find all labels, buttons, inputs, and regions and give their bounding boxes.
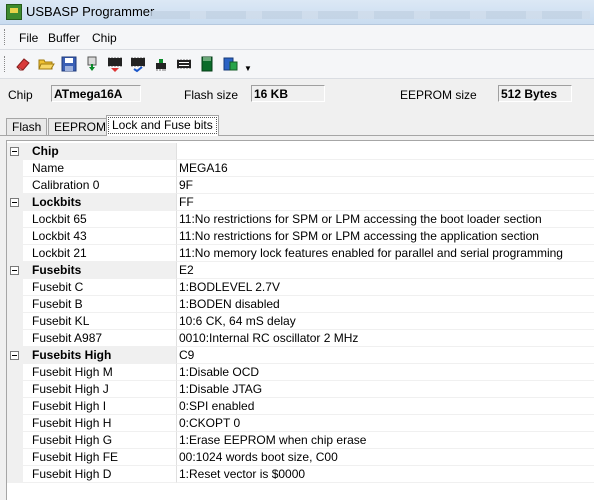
property-value[interactable]: 1:Reset vector is $0000 [177,466,594,483]
property-name: Calibration 0 [23,177,177,194]
property-value[interactable]: 1:Erase EEPROM when chip erase [177,432,594,449]
property-value[interactable]: 0:SPI enabled [177,398,594,415]
property-value [177,143,594,160]
property-name: Fusebit C [23,279,177,296]
app-icon [6,4,22,20]
property-name: Fusebit High J [23,381,177,398]
property-value[interactable]: 00:1024 words boot size, C00 [177,449,594,466]
menu-chip[interactable]: Chip [92,31,117,45]
tab-eeprom[interactable]: EEPROM [48,118,113,135]
menu-buffer[interactable]: Buffer [48,31,80,45]
property-row[interactable]: Fusebit High H 0:CKOPT 0 [7,415,594,432]
property-name: Lockbit 21 [23,245,177,262]
property-value[interactable]: 1:BODEN disabled [177,296,594,313]
toolbar-grip [4,56,8,72]
property-value[interactable]: 9F [177,177,594,194]
property-value[interactable]: 10:6 CK, 64 mS delay [177,313,594,330]
chip-icon[interactable] [152,55,170,73]
property-row[interactable]: Lockbit 21 11:No memory lock features en… [7,245,594,262]
menu-bar: File Buffer Chip [0,25,594,50]
property-name: Chip [23,143,177,160]
toolbar: ▼ [0,50,594,79]
property-row[interactable]: Fusebit High J 1:Disable JTAG [7,381,594,398]
chip-value: ATmega16A [51,85,141,102]
flash-size-value: 16 KB [251,85,325,102]
verify-chip-icon[interactable] [129,55,147,73]
category-row-lockbits[interactable]: Lockbits FF [7,194,594,211]
window-title: USBASP Programmer [26,4,155,19]
toolbar-overflow-icon[interactable]: ▼ [244,64,252,73]
menu-grip [4,29,8,45]
property-name: Fusebit B [23,296,177,313]
settings-icon[interactable] [221,55,239,73]
open-folder-icon[interactable] [37,55,55,73]
property-name: Fusebits [23,262,177,279]
property-value[interactable]: E2 [177,262,594,279]
property-row[interactable]: Calibration 0 9F [7,177,594,194]
save-icon[interactable] [60,55,78,73]
eeprom-size-value: 512 Bytes [498,85,572,102]
property-row[interactable]: Fusebit High I 0:SPI enabled [7,398,594,415]
property-value[interactable]: 0:CKOPT 0 [177,415,594,432]
property-name: Fusebit High D [23,466,177,483]
eraser-icon[interactable] [14,55,32,73]
property-name: Fusebit KL [23,313,177,330]
property-value[interactable]: 11:No restrictions for SPM or LPM access… [177,211,594,228]
tab-flash[interactable]: Flash [6,118,48,135]
category-row-chip[interactable]: Chip [7,143,594,160]
title-bar: USBASP Programmer [0,0,594,25]
property-name: Lockbit 65 [23,211,177,228]
property-value[interactable]: 1:Disable JTAG [177,381,594,398]
property-name: Fusebits High [23,347,177,364]
category-row-fusebits-high[interactable]: Fusebits High C9 [7,347,594,364]
tab-strip-border [0,135,594,136]
property-row[interactable]: Fusebit High G 1:Erase EEPROM when chip … [7,432,594,449]
property-name: Fusebit High M [23,364,177,381]
property-row[interactable]: Fusebit High D 1:Reset vector is $0000 [7,466,594,483]
property-value[interactable]: 11:No restrictions for SPM or LPM access… [177,228,594,245]
collapse-icon[interactable] [10,147,19,156]
property-row[interactable]: Fusebit C 1:BODLEVEL 2.7V [7,279,594,296]
property-row[interactable]: Fusebit High FE 00:1024 words boot size,… [7,449,594,466]
property-name: Lockbits [23,194,177,211]
property-name: Fusebit High FE [23,449,177,466]
property-row[interactable]: Fusebit A987 0010:Internal RC oscillator… [7,330,594,347]
title-bar-blur [150,11,590,19]
property-value[interactable]: 11:No memory lock features enabled for p… [177,245,594,262]
read-chip-icon[interactable] [83,55,101,73]
read-fuses-icon[interactable] [175,55,193,73]
flash-size-label: Flash size [184,88,239,102]
property-name: Fusebit High G [23,432,177,449]
property-row[interactable]: Fusebit High M 1:Disable OCD [7,364,594,381]
property-value[interactable]: 0010:Internal RC oscillator 2 MHz [177,330,594,347]
collapse-icon[interactable] [10,351,19,360]
property-value[interactable]: MEGA16 [177,160,594,177]
property-grid: Chip Name MEGA16 Calibration 0 9F Lockbi… [6,140,594,500]
property-value[interactable]: 1:Disable OCD [177,364,594,381]
property-row[interactable]: Fusebit B 1:BODEN disabled [7,296,594,313]
property-name: Lockbit 43 [23,228,177,245]
category-row-fusebits[interactable]: Fusebits E2 [7,262,594,279]
menu-file[interactable]: File [19,31,38,45]
property-name: Fusebit A987 [23,330,177,347]
property-name: Fusebit High I [23,398,177,415]
property-name: Name [23,160,177,177]
eeprom-size-label: EEPROM size [400,88,477,102]
write-chip-icon[interactable] [106,55,124,73]
property-name: Fusebit High H [23,415,177,432]
collapse-icon[interactable] [10,266,19,275]
property-row[interactable]: Lockbit 43 11:No restrictions for SPM or… [7,228,594,245]
property-row[interactable]: Name MEGA16 [7,160,594,177]
property-row[interactable]: Fusebit KL 10:6 CK, 64 mS delay [7,313,594,330]
chip-label: Chip [8,88,33,102]
collapse-icon[interactable] [10,198,19,207]
property-value[interactable]: FF [177,194,594,211]
tab-lock-and-fuse-bits[interactable]: Lock and Fuse bits [106,115,219,136]
property-value[interactable]: 1:BODLEVEL 2.7V [177,279,594,296]
property-row[interactable]: Lockbit 65 11:No restrictions for SPM or… [7,211,594,228]
memory-card-icon[interactable] [198,55,216,73]
property-value[interactable]: C9 [177,347,594,364]
